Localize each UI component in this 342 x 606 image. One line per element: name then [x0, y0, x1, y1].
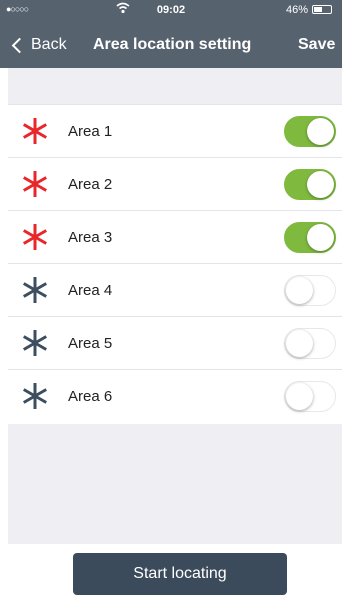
back-button[interactable]: Back	[10, 34, 67, 56]
save-button[interactable]: Save	[298, 36, 342, 54]
asterisk-red-icon	[22, 118, 48, 144]
battery-percent: 46%	[285, 4, 308, 16]
toggle-knob	[286, 277, 313, 304]
area-label: Area 4	[68, 282, 113, 299]
start-locating-button[interactable]: Start locating	[73, 553, 287, 595]
asterisk-blue-icon	[22, 330, 48, 356]
area-toggle[interactable]	[284, 169, 336, 200]
area-row: Area 4	[8, 263, 342, 316]
area-toggle[interactable]	[284, 222, 336, 253]
area-list: Area 1 Area 2 Area 3 Area 4 Area 5 Area 6	[8, 104, 342, 422]
status-bar: ●○○○○ 09:02 46%	[0, 0, 342, 20]
left-edge	[0, 68, 8, 606]
area-row: Area 6	[8, 369, 342, 422]
area-row: Area 5	[8, 316, 342, 369]
area-row: Area 3	[8, 210, 342, 263]
asterisk-blue-icon	[22, 383, 48, 409]
asterisk-blue-icon	[22, 277, 48, 303]
area-toggle[interactable]	[284, 116, 336, 147]
area-toggle[interactable]	[284, 275, 336, 306]
chevron-left-icon	[11, 37, 28, 53]
toggle-knob	[307, 224, 334, 251]
section-spacer	[8, 68, 342, 104]
toggle-knob	[307, 118, 334, 145]
toggle-knob	[286, 383, 313, 410]
area-toggle[interactable]	[284, 328, 336, 359]
area-toggle[interactable]	[284, 381, 336, 412]
area-label: Area 1	[68, 123, 113, 140]
asterisk-red-icon	[22, 171, 48, 197]
area-label: Area 2	[68, 176, 113, 193]
asterisk-red-icon	[22, 224, 48, 250]
battery-icon	[312, 5, 332, 14]
area-row: Area 2	[8, 157, 342, 210]
list-footer	[8, 424, 342, 544]
area-label: Area 6	[68, 388, 113, 405]
header: ●○○○○ 09:02 46% Back Area location setti…	[0, 0, 342, 68]
area-label: Area 5	[68, 335, 113, 352]
toggle-knob	[307, 171, 334, 198]
toggle-knob	[286, 330, 313, 357]
page-title: Area location setting	[93, 36, 252, 53]
area-label: Area 3	[68, 229, 113, 246]
area-row: Area 1	[8, 104, 342, 157]
nav-bar: Back Area location setting Save	[0, 28, 342, 62]
back-label: Back	[31, 36, 67, 53]
